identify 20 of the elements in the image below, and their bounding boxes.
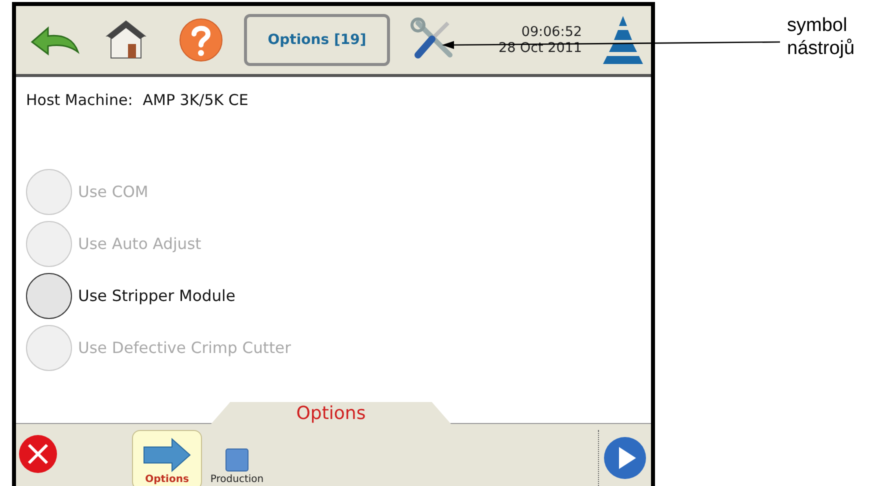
option-label: Use Auto Adjust — [78, 235, 202, 253]
clock-time: 09:06:52 — [521, 24, 582, 40]
option-label: Use Stripper Module — [78, 287, 236, 305]
host-machine-label: Host Machine: — [26, 91, 133, 109]
nav-label: Production — [210, 474, 264, 485]
square-icon — [225, 448, 249, 472]
option-label: Use COM — [78, 183, 148, 201]
close-icon[interactable] — [18, 434, 58, 474]
help-icon[interactable] — [178, 17, 224, 63]
annotation-label: symbol nástrojů — [787, 14, 856, 60]
nav-item[interactable]: Options — [132, 430, 202, 486]
radio-button[interactable] — [26, 273, 72, 319]
host-machine-value: AMP 3K/5K CE — [142, 91, 248, 109]
play-icon[interactable] — [603, 436, 647, 480]
option-label: Use Defective Crimp Cutter — [78, 339, 291, 357]
nav-item[interactable]: Production — [202, 430, 272, 486]
arrow-icon — [142, 438, 192, 472]
pyramid-logo-icon — [601, 14, 645, 66]
nav-label: Options — [145, 474, 189, 485]
options-title-button[interactable]: Options [19] — [244, 14, 390, 66]
